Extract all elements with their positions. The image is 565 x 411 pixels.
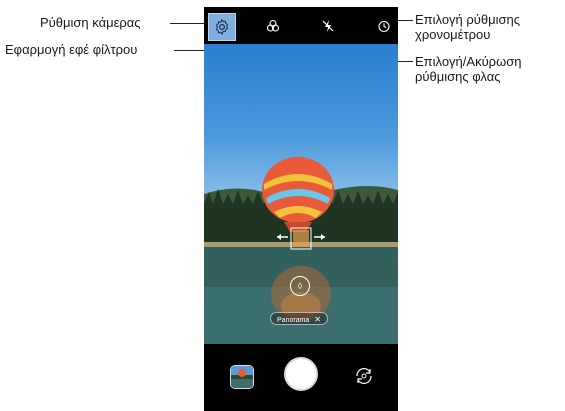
focus-icon: ◊ [297, 281, 303, 291]
filter-button[interactable] [263, 16, 283, 36]
camera-viewfinder[interactable]: ◊ Panorama ✕ [204, 44, 398, 344]
shutter-button[interactable] [284, 357, 318, 391]
filter-icon [266, 19, 280, 32]
camera-bottom-bar [204, 344, 398, 411]
switch-camera-icon [356, 368, 372, 384]
timer-icon [378, 20, 390, 33]
panorama-direction-arrows [277, 234, 325, 240]
focus-button[interactable]: ◊ [290, 276, 310, 296]
camera-top-bar [204, 7, 398, 44]
callout-apply-filter: Εφαρμογή εφέ φίλτρου [5, 42, 138, 57]
gear-icon [215, 18, 229, 36]
panorama-mode-label: Panorama [277, 317, 310, 324]
timer-button[interactable] [374, 16, 394, 36]
gallery-thumbnail-image [231, 366, 253, 388]
panorama-mode-chip[interactable]: Panorama ✕ [270, 312, 328, 325]
callout-flash-setting: Επιλογή/Ακύρωση ρύθμισης φλας [415, 54, 522, 84]
flash-off-icon [322, 20, 334, 32]
switch-camera-button[interactable] [353, 365, 375, 387]
close-icon[interactable]: ✕ [314, 315, 321, 324]
flash-button[interactable] [318, 16, 338, 36]
callout-timer-setting: Επιλογή ρύθμισης χρονομέτρου [415, 12, 521, 42]
callout-camera-settings: Ρύθμιση κάμερας [40, 15, 141, 30]
gallery-thumbnail[interactable] [230, 365, 254, 389]
phone-screen: ◊ Panorama ✕ [204, 7, 398, 411]
settings-button[interactable] [208, 13, 236, 41]
